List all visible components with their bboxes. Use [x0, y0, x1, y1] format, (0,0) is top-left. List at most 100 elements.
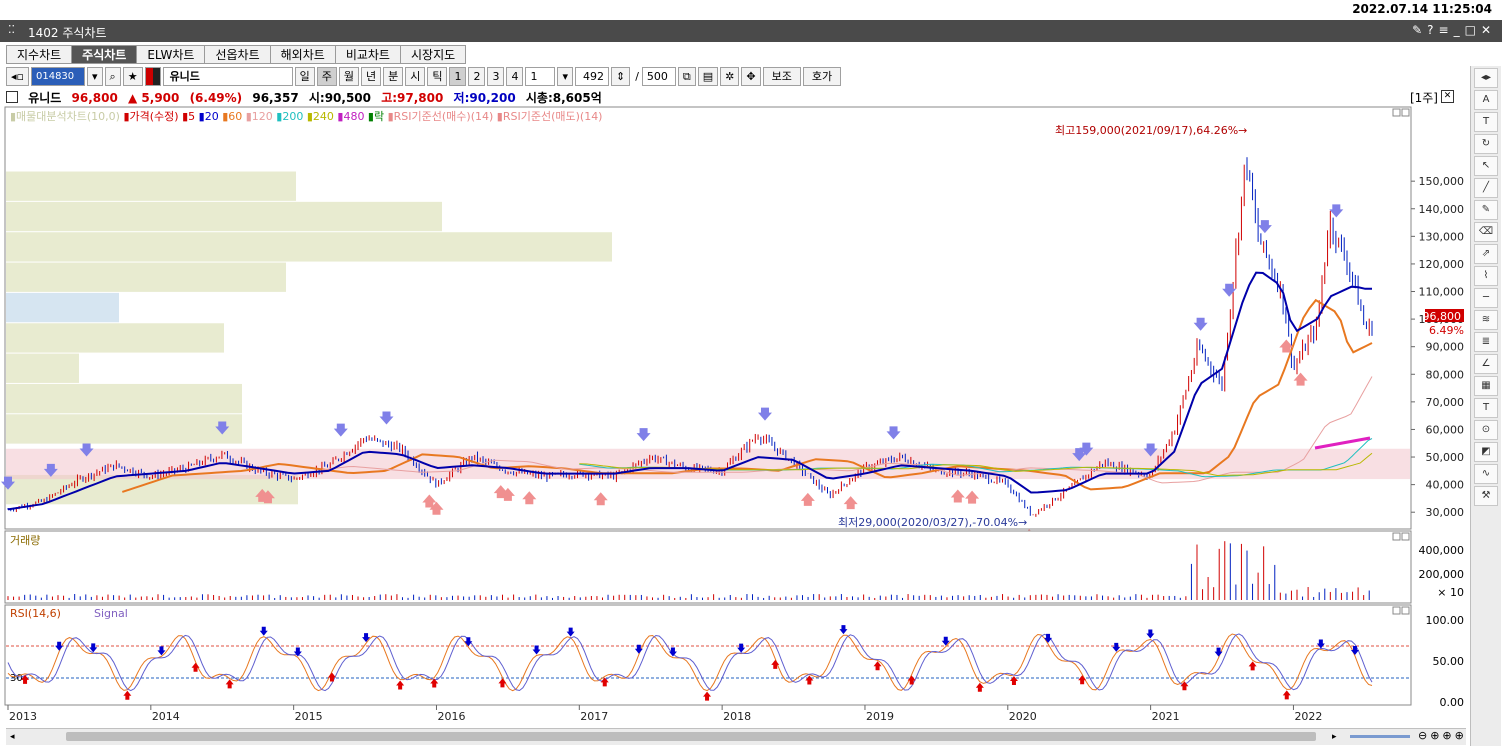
nav-arrows-icon[interactable]: ◂▫ [6, 66, 29, 86]
stock-name-field[interactable]: 유니드 [162, 66, 293, 86]
tab-index-chart[interactable]: 지수차트 [6, 45, 73, 64]
slash-divider: / [635, 69, 639, 83]
price-y-tick: 120,000 [1419, 258, 1465, 271]
text-tool-icon[interactable]: T [1474, 398, 1498, 418]
clock-timestamp: 2022.07.14 11:25:04 [1352, 2, 1492, 16]
price-y-tick: 80,000 [1426, 368, 1465, 381]
chart-canvas[interactable]: 150,000140,000130,000120,000110,000100,0… [0, 106, 1470, 728]
x-axis-year: 2013 [9, 710, 37, 723]
zigzag-icon[interactable]: ⌇ [1474, 266, 1498, 286]
period-tick[interactable]: 틱 [427, 66, 448, 86]
vol-close-icon[interactable] [1401, 532, 1410, 541]
fibo-icon[interactable]: ≣ [1474, 332, 1498, 352]
tab-compare-chart[interactable]: 비교차트 [334, 45, 401, 64]
info-close-icon[interactable]: ✕ [1441, 90, 1454, 103]
grid-icon[interactable]: ▦ [1474, 376, 1498, 396]
rsi-close-icon[interactable] [1401, 606, 1410, 615]
price-legend: ▮매물대분석차트(10,0) ▮가격(수정) ▮5 ▮20 ▮60 ▮120 ▮… [10, 110, 602, 123]
cursor-icon[interactable]: ↖ [1474, 156, 1498, 176]
count-spinner-icon[interactable]: ⇕ [610, 66, 631, 86]
info-low: 저:90,200 [453, 91, 516, 105]
arrow-line-icon[interactable]: ⇗ [1474, 244, 1498, 264]
angle-icon[interactable]: ∠ [1474, 354, 1498, 374]
fill-icon[interactable]: ◩ [1474, 442, 1498, 462]
stock-code-input[interactable]: 014830 [30, 66, 85, 86]
period-minute[interactable]: 분 [383, 66, 404, 86]
magnet-icon[interactable]: ⊙ [1474, 420, 1498, 440]
legend-item: ▮480 [334, 110, 365, 123]
horizontal-scrollbar[interactable]: ◂ ▸ ⊖⊕⊕⊕ [6, 728, 1466, 745]
search-icon[interactable]: ⌕ [104, 66, 121, 86]
panel-max-icon[interactable] [1392, 108, 1401, 117]
minimize-icon[interactable]: _ [1454, 23, 1465, 37]
tools-wrench-icon[interactable]: ⚒ [1474, 486, 1498, 506]
num-button-4[interactable]: 4 [506, 66, 524, 86]
code-dropdown-icon[interactable]: ▾ [86, 66, 103, 86]
period-week[interactable]: 주 [316, 66, 337, 86]
x-axis-year: 2014 [152, 710, 180, 723]
favorite-star-icon[interactable]: ★ [122, 66, 143, 86]
legend-item: ▮락 [364, 110, 384, 123]
info-open: 시:90,500 [308, 91, 372, 105]
tab-elw-chart[interactable]: ELW차트 [136, 45, 206, 64]
tool-menu-icon[interactable]: T [1474, 112, 1498, 132]
info-average: 96,357 [252, 91, 299, 105]
x-axis-year: 2022 [1294, 710, 1322, 723]
crosshair-icon[interactable]: ✥ [741, 66, 761, 86]
tab-stock-chart[interactable]: 주식차트 [71, 45, 138, 64]
scroll-thumb[interactable] [66, 732, 1316, 741]
refresh-icon[interactable]: ↻ [1474, 134, 1498, 154]
price-y-tick: 110,000 [1419, 286, 1465, 299]
zoom-slider[interactable] [1350, 735, 1410, 738]
collapse-arrow-icon[interactable]: ◂▸ [1474, 68, 1498, 88]
price-y-tick: 30,000 [1426, 506, 1465, 519]
num-button-3[interactable]: 3 [487, 66, 505, 86]
tab-overseas-chart[interactable]: 해외차트 [269, 45, 336, 64]
high-note: 최고159,000(2021/09/17),64.26%→ [1055, 124, 1247, 137]
chart-type-tabs: 지수차트 주식차트 ELW차트 선옵차트 해외차트 비교차트 시장지도 [6, 45, 467, 64]
x-axis-year: 2019 [866, 710, 894, 723]
channel-icon[interactable]: ≋ [1474, 310, 1498, 330]
pin-icon[interactable]: ✎ [1412, 23, 1427, 37]
zoom-buttons[interactable]: ⊖⊕⊕⊕ [1418, 729, 1467, 742]
help-icon[interactable]: ? [1427, 23, 1438, 37]
price-y-tick: 50,000 [1426, 451, 1465, 464]
info-change-pct: (6.49%) [189, 91, 243, 105]
all-tools-icon[interactable]: A [1474, 90, 1498, 110]
count-input[interactable]: 492 [574, 66, 609, 86]
num-button-2[interactable]: 2 [468, 66, 486, 86]
quote-button[interactable]: 호가 [802, 66, 842, 86]
price-y-tick: 150,000 [1419, 175, 1465, 188]
period-day[interactable]: 일 [294, 66, 315, 86]
panel-close-icon[interactable] [1401, 108, 1410, 117]
eraser-icon[interactable]: ⌫ [1474, 222, 1498, 242]
pen-icon[interactable]: ✎ [1474, 200, 1498, 220]
unit-input[interactable]: 1 [525, 66, 556, 86]
period-hour[interactable]: 시 [405, 66, 426, 86]
wave-icon[interactable]: ∿ [1474, 464, 1498, 484]
tab-market-map[interactable]: 시장지도 [399, 45, 467, 64]
rsi-max-icon[interactable] [1392, 606, 1401, 615]
period-month[interactable]: 월 [338, 66, 359, 86]
x-axis-year: 2018 [723, 710, 751, 723]
hline-icon[interactable]: ─ [1474, 288, 1498, 308]
num-button-1[interactable]: 1 [449, 66, 467, 86]
scroll-right-icon[interactable]: ▸ [1332, 732, 1337, 742]
scroll-left-icon[interactable]: ◂ [10, 732, 15, 742]
period-year[interactable]: 년 [360, 66, 382, 86]
maximize-icon[interactable]: □ [1465, 23, 1481, 37]
info-checkbox[interactable] [6, 91, 18, 103]
close-icon[interactable]: ✕ [1481, 23, 1496, 37]
aux-button[interactable]: 보조 [762, 66, 801, 86]
unit-dropdown-icon[interactable]: ▾ [557, 66, 573, 86]
window-add-icon[interactable]: ⧉ [677, 66, 696, 86]
vol-max-icon[interactable] [1392, 532, 1401, 541]
menu-icon[interactable]: ≡ [1439, 23, 1454, 37]
trendline-icon[interactable]: ╱ [1474, 178, 1498, 198]
tab-futures-chart[interactable]: 선옵차트 [204, 45, 271, 64]
price-y-tick: 90,000 [1426, 341, 1465, 354]
settings-gear-icon[interactable]: ✲ [720, 66, 740, 86]
rsi-y-0: 0.00 [1440, 696, 1465, 709]
save-icon[interactable]: ▤ [697, 66, 719, 86]
info-stock-name: 유니드 [28, 91, 62, 105]
